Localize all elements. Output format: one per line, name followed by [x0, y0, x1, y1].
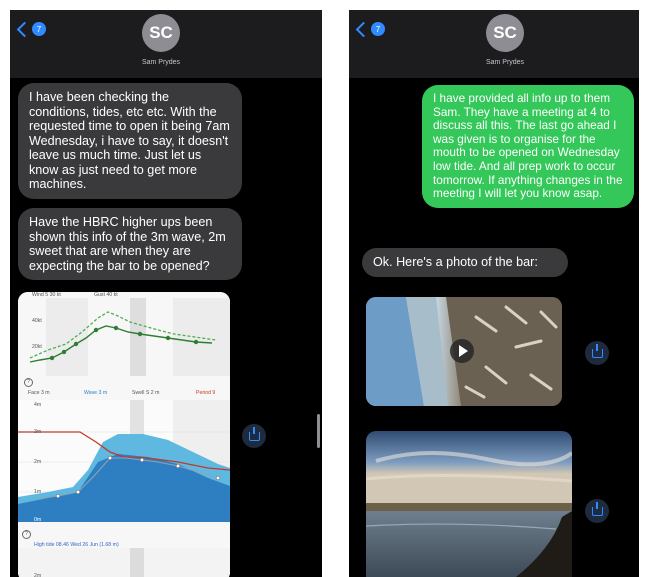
legend-swell: Swell S 2 m [132, 390, 160, 396]
wave-axis-tick: 0m [34, 517, 42, 523]
back-button[interactable]: 7 [16, 21, 46, 37]
save-attachment-button[interactable] [242, 424, 266, 448]
save-icon [591, 343, 603, 358]
message-bubble-received[interactable]: I have been checking the conditions, tid… [18, 83, 242, 199]
forecast-screenshot-attachment[interactable]: Wind 5 30 kt Gust 40 kt 40kt 20kt ? Face… [18, 292, 230, 577]
tide-caption: High tide 08.46 Wed 26 Jun (1.68 m) [34, 542, 119, 548]
legend-period: Period 9 [196, 390, 216, 396]
help-icon: ? [22, 530, 31, 539]
scrollbar[interactable] [317, 414, 320, 448]
legend-face: Face 3 m [28, 390, 50, 396]
message-bubble-received[interactable]: Ok. Here's a photo of the bar: [362, 248, 568, 277]
legend-wave: Wave 3 m [84, 390, 108, 396]
message-bubble-sent[interactable]: I have provided all info up to them Sam.… [422, 85, 634, 208]
help-icon: ? [24, 378, 33, 387]
forecast-chart-image [18, 292, 230, 577]
chevron-left-icon [16, 21, 33, 37]
unread-badge: 7 [32, 22, 46, 36]
right-phone-screen: 7 SC Sam Prydes I have provided all info… [349, 10, 639, 577]
wind-label: Wind 5 30 kt [32, 292, 61, 298]
save-icon [591, 501, 603, 516]
wave-axis-tick: 3m [34, 429, 42, 435]
message-bubble-received[interactable]: Have the HBRC higher ups been shown this… [18, 208, 242, 280]
contact-name[interactable]: Sam Prydes [111, 59, 211, 66]
tide-axis-tick: 2m [34, 573, 42, 577]
left-phone-screen: 7 SC Sam Prydes I have been checking the… [10, 10, 322, 577]
conversation-header: 7 SC Sam Prydes [10, 10, 322, 78]
chevron-left-icon [355, 21, 372, 37]
save-attachment-button[interactable] [585, 499, 609, 523]
wind-axis-tick: 20kt [32, 344, 42, 350]
play-icon[interactable] [450, 339, 474, 363]
wave-axis-tick: 1m [34, 489, 42, 495]
video-attachment[interactable] [366, 297, 562, 406]
back-button[interactable]: 7 [355, 21, 385, 37]
save-icon [248, 426, 260, 441]
wave-axis-tick: 2m [34, 459, 42, 465]
wave-axis-tick: 4m [34, 402, 42, 408]
unread-badge: 7 [371, 22, 385, 36]
save-attachment-button[interactable] [585, 341, 609, 365]
photo-attachment[interactable] [366, 431, 572, 577]
river-mouth-photo [366, 431, 572, 577]
contact-avatar[interactable]: SC [486, 14, 524, 52]
contact-name[interactable]: Sam Prydes [455, 59, 555, 66]
conversation-header: 7 SC Sam Prydes [349, 10, 639, 78]
contact-avatar[interactable]: SC [142, 14, 180, 52]
gust-label: Gust 40 kt [94, 292, 118, 298]
wind-axis-tick: 40kt [32, 318, 42, 324]
